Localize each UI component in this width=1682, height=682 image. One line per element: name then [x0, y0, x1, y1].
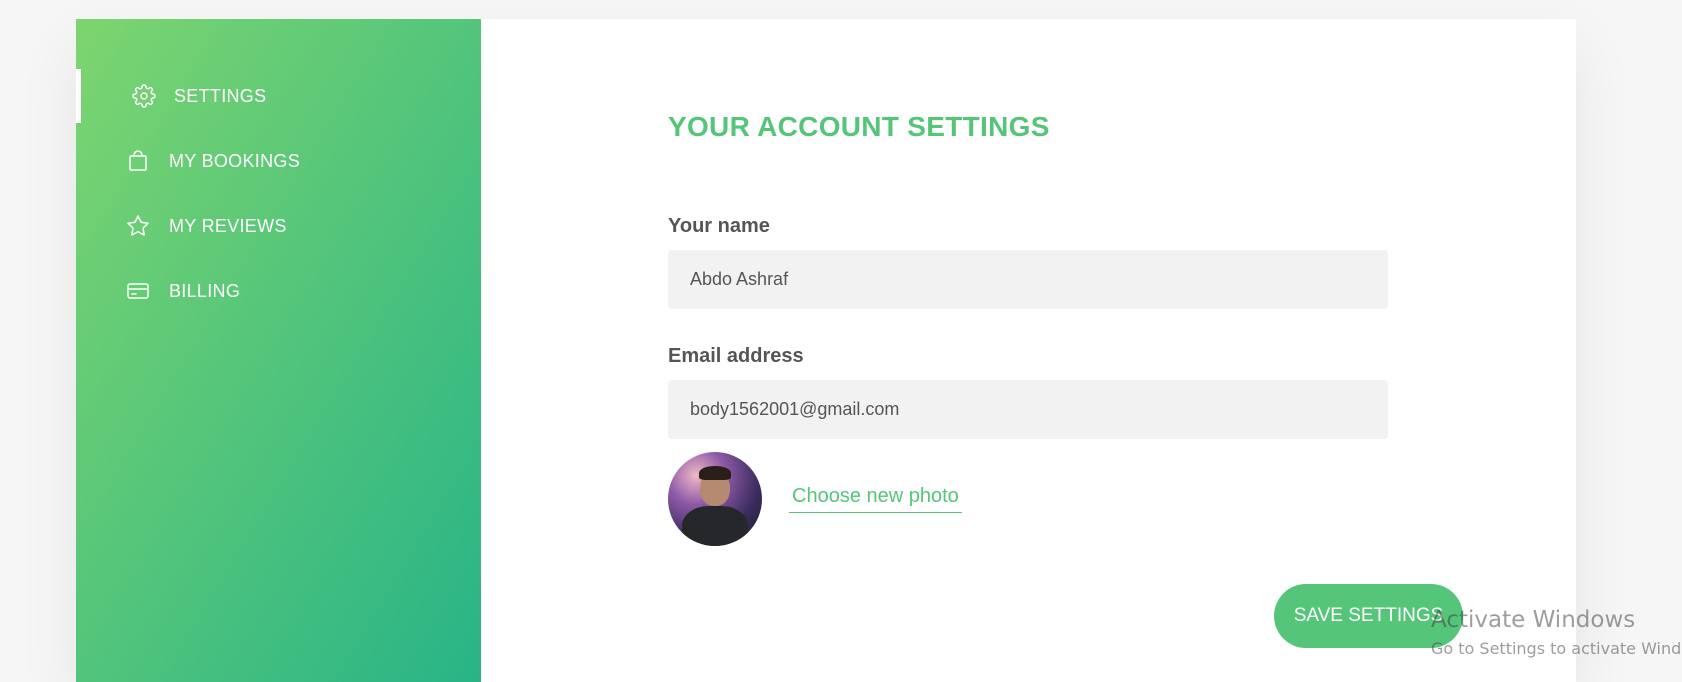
- sidebar-nav: SETTINGS MY BOOKINGS MY REVIEWS BILLING: [76, 69, 481, 329]
- star-icon: [126, 214, 150, 238]
- watermark-title: Activate Windows: [1431, 607, 1636, 633]
- name-label: Your name: [668, 215, 770, 237]
- sidebar-item-my-bookings[interactable]: MY BOOKINGS: [76, 134, 481, 188]
- avatar: [668, 452, 762, 546]
- watermark-subtitle: Go to Settings to activate Windows.: [1431, 639, 1682, 658]
- settings-content: YOUR ACCOUNT SETTINGS Your name Email ad…: [481, 19, 1576, 682]
- account-card: SETTINGS MY BOOKINGS MY REVIEWS BILLING …: [76, 19, 1576, 682]
- gear-icon: [132, 84, 156, 108]
- sidebar-item-label: MY REVIEWS: [169, 215, 287, 236]
- sidebar-item-billing[interactable]: BILLING: [76, 264, 481, 318]
- email-label: Email address: [668, 345, 804, 367]
- email-input[interactable]: [668, 380, 1388, 439]
- sidebar-item-label: SETTINGS: [174, 85, 267, 106]
- sidebar-item-my-reviews[interactable]: MY REVIEWS: [76, 199, 481, 253]
- credit-card-icon: [126, 279, 150, 303]
- sidebar-item-settings[interactable]: SETTINGS: [76, 69, 481, 123]
- sidebar-item-label: MY BOOKINGS: [169, 150, 300, 171]
- sidebar: SETTINGS MY BOOKINGS MY REVIEWS BILLING: [76, 19, 481, 682]
- sidebar-item-label: BILLING: [169, 280, 241, 301]
- name-input[interactable]: [668, 250, 1388, 309]
- choose-photo-link[interactable]: Choose new photo: [789, 485, 962, 513]
- activate-windows-watermark: Activate Windows Go to Settings to activ…: [1431, 606, 1682, 660]
- shopping-bag-icon: [126, 149, 150, 173]
- page-title: YOUR ACCOUNT SETTINGS: [668, 111, 1050, 142]
